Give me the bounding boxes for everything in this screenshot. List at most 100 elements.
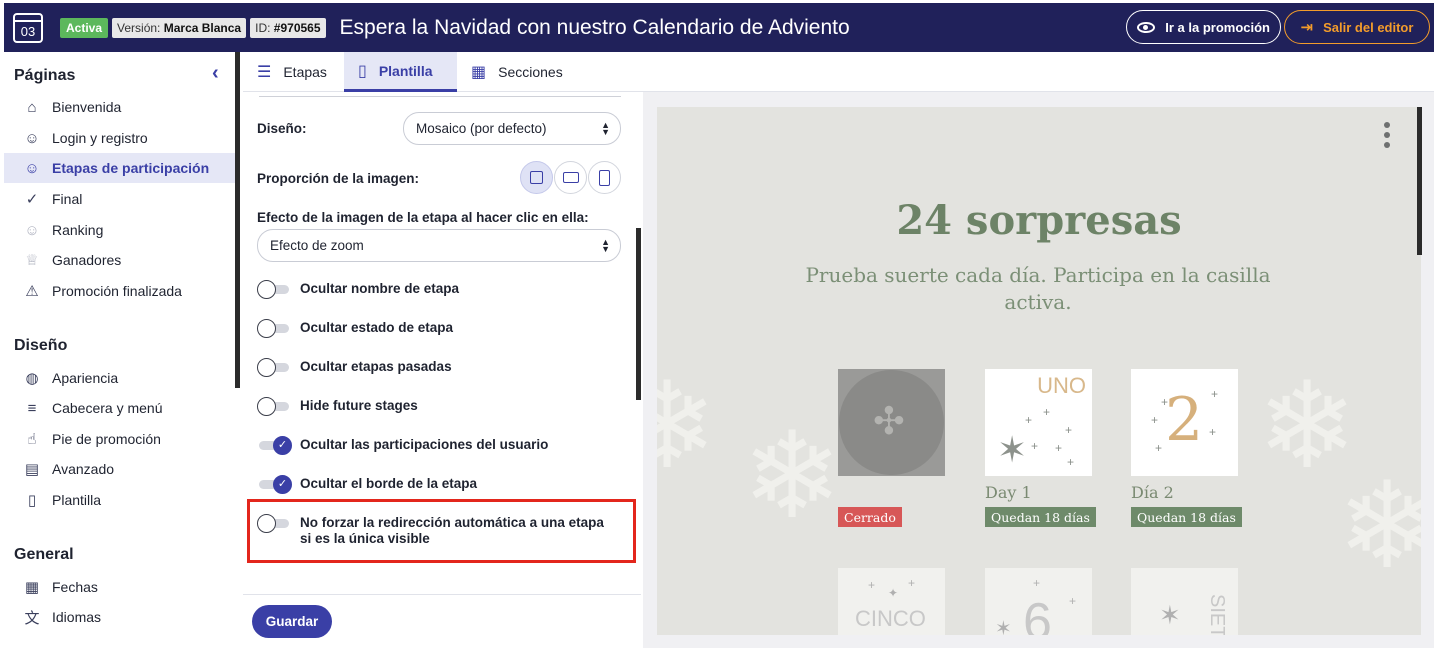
toggle-hide-stage-border[interactable]: ✓ Ocultar el borde de la etapa [257, 474, 627, 494]
toggle-hide-stage-status[interactable]: Ocultar estado de etapa [257, 318, 627, 338]
click-effect-value: Efecto de zoom [270, 238, 364, 253]
stage-card-day-1[interactable]: UNO ✶ + + + + + + [985, 369, 1092, 476]
document-icon: ▯ [27, 492, 37, 509]
id-prefix: ID: [255, 20, 271, 35]
toggle-hide-stage-name[interactable]: Ocultar nombre de etapa [257, 279, 627, 299]
panel-scrollbar[interactable] [636, 228, 641, 400]
sidebar-item-label: Bienvenida [52, 99, 122, 115]
eye-icon [1137, 21, 1156, 33]
sparkle-icon: + [1155, 441, 1163, 455]
sparkle-icon: + [1161, 395, 1169, 409]
tab-label: Secciones [498, 64, 563, 80]
sparkle-icon: + [1043, 405, 1051, 419]
toggle-switch[interactable] [257, 318, 291, 338]
sparkle-icon: + [1033, 576, 1041, 590]
sidebar-item-avanzado[interactable]: ▤ Avanzado [4, 454, 235, 484]
toggle-switch[interactable]: ✓ [257, 474, 292, 494]
toggle-hide-future-stages[interactable]: Hide future stages [257, 396, 627, 416]
toggle-switch[interactable] [257, 396, 291, 416]
sidebar-item-ranking[interactable]: ☺ Ranking [4, 215, 235, 245]
sidebar-item-finalizada[interactable]: ⚠ Promoción finalizada [4, 276, 235, 306]
sparkle-icon: ✶ [995, 618, 1012, 635]
image-landscape-icon [562, 172, 579, 183]
id-value: #970565 [273, 20, 321, 35]
toggle-switch[interactable] [257, 357, 291, 377]
stage-card-siete[interactable]: ✶ SIETE [1131, 568, 1238, 635]
sidebar-item-bienvenida[interactable]: ⌂ Bienvenida [4, 92, 235, 122]
sidebar-item-label: Promoción finalizada [52, 283, 182, 299]
go-to-promotion-label: Ir a la promoción [1165, 19, 1270, 35]
user-stages-icon: ☺ [24, 159, 40, 177]
click-effect-select[interactable]: Efecto de zoom ▲ ▼ [257, 229, 621, 262]
sidebar-item-label: Ganadores [52, 252, 122, 268]
sparkle-icon: + [1151, 413, 1159, 427]
sidebar-item-label: Idiomas [52, 609, 102, 625]
toggle-label: Hide future stages [300, 398, 418, 413]
toggle-hide-past-stages[interactable]: Ocultar etapas pasadas [257, 357, 627, 377]
check-icon: ✓ [25, 191, 39, 208]
status-badge: Quedan 18 días [1131, 507, 1242, 527]
calendar-day: 03 [20, 23, 36, 39]
tab-plantilla[interactable]: ▯ Plantilla [344, 52, 457, 92]
ratio-landscape-button[interactable] [554, 161, 587, 194]
version-prefix: Versión: [117, 20, 161, 35]
sidebar-item-label: Cabecera y menú [52, 400, 163, 416]
sidebar-item-etapas[interactable]: ☺ Etapas de participación [4, 153, 235, 183]
more-options-icon[interactable] [1384, 122, 1392, 152]
sidebar-item-apariencia[interactable]: ◍ Apariencia [4, 363, 235, 393]
palette-icon: ◍ [25, 370, 39, 387]
sidebar-item-ganadores[interactable]: ♕ Ganadores [4, 245, 235, 275]
preview-subtitle: Prueba suerte cada día. Participa en la … [805, 263, 1271, 314]
sparkle-icon: + [908, 576, 916, 590]
sidebar-item-label: Apariencia [52, 370, 119, 386]
sparkle-icon: ✶ [1159, 600, 1181, 630]
sidebar-item-label: Final [52, 191, 83, 207]
status-badge: Cerrado [838, 507, 902, 527]
sparkle-icon: + [1025, 413, 1033, 427]
ratio-square-button[interactable] [520, 161, 553, 194]
sparkle-icon: + [1031, 439, 1039, 453]
sparkle-icon: + [1209, 425, 1217, 439]
tab-label: Etapas [283, 64, 327, 80]
sidebar-item-fechas[interactable]: ▦ Fechas [4, 572, 235, 602]
stage-card-closed[interactable]: ✣ [838, 369, 945, 476]
exit-editor-button[interactable]: ⇥ Salir del editor [1284, 10, 1430, 44]
snowflake-decoration: ❄ [1337, 459, 1421, 593]
collapse-sidebar-icon[interactable]: ‹ [212, 62, 219, 85]
status-badge: Quedan 18 días [985, 507, 1096, 527]
status-badge: Activa [60, 17, 109, 38]
sidebar-item-idiomas[interactable]: 文 Idiomas [4, 602, 235, 632]
stage-card-cinco[interactable]: + ✦ + CINCO [838, 568, 945, 635]
sidebar: Páginas ‹ ⌂ Bienvenida ☺ Login y registro … [4, 52, 235, 648]
ratio-portrait-button[interactable] [588, 161, 621, 194]
user-icon: ☺ [24, 129, 40, 147]
sidebar-item-plantilla[interactable]: ▯ Plantilla [4, 485, 235, 515]
toggle-switch[interactable]: ✓ [257, 435, 292, 455]
tab-etapas[interactable]: ☰ Etapas [243, 52, 344, 92]
warning-icon: ⚠ [25, 283, 39, 300]
hand-icon: ☝ [27, 431, 37, 448]
save-button[interactable]: Guardar [252, 605, 332, 638]
puzzle-icon: ✣ [873, 401, 905, 443]
sidebar-scrollbar[interactable] [235, 52, 240, 388]
toggle-label: Ocultar el borde de la etapa [300, 476, 478, 491]
calendar-icon: ▦ [24, 579, 40, 596]
panel-footer-divider [243, 594, 641, 595]
toggle-label: Ocultar las participaciones del usuario [300, 437, 549, 452]
tab-secciones[interactable]: ▦ Secciones [457, 52, 581, 92]
home-icon: ⌂ [27, 98, 37, 116]
version-value: Marca Blanca [163, 20, 242, 35]
sparkle-icon: ✦ [888, 586, 899, 600]
sparkle-icon: + [1065, 423, 1073, 437]
stage-card-day-2[interactable]: 2 + + + + + [1131, 369, 1238, 476]
sidebar-item-pie[interactable]: ☝ Pie de promoción [4, 424, 235, 454]
design-select[interactable]: Mosaico (por defecto) ▲ ▼ [403, 112, 621, 145]
sidebar-item-cabecera[interactable]: ≡ Cabecera y menú [4, 393, 235, 423]
go-to-promotion-button[interactable]: Ir a la promoción [1126, 10, 1281, 44]
stage-card-6[interactable]: + + ✶ 6 [985, 568, 1092, 635]
toggle-hide-user-participations[interactable]: ✓ Ocultar las participaciones del usuario [257, 435, 627, 455]
sidebar-item-final[interactable]: ✓ Final [4, 184, 235, 214]
toggle-switch[interactable] [257, 279, 291, 299]
stage-word: UNO [1037, 373, 1086, 398]
sidebar-item-login[interactable]: ☺ Login y registro [4, 123, 235, 153]
